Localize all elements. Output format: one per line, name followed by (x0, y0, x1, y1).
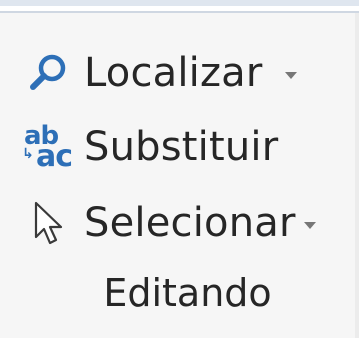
replace-label: Substituir (84, 124, 279, 170)
replace-arrow-icon: ↳ (22, 146, 34, 162)
replace-ab-ac-icon: ab ↳ ac (22, 121, 74, 173)
replace-icon-glyph: ab ↳ ac (22, 121, 74, 173)
select-button[interactable]: Selecionar (22, 193, 316, 253)
select-label: Selecionar (84, 200, 296, 246)
find-label: Localizar (84, 50, 263, 96)
find-button[interactable]: Localizar (22, 43, 297, 103)
find-dropdown-chevron-icon[interactable] (284, 71, 297, 79)
magnifier-icon (22, 47, 74, 99)
select-dropdown-chevron-icon[interactable] (303, 221, 316, 229)
editing-group-body: Localizar ab ↳ ac Substituir Selecionar (0, 13, 359, 338)
ribbon-top-edge (0, 0, 359, 13)
replace-button[interactable]: ab ↳ ac Substituir (22, 117, 278, 177)
cursor-arrow-icon (22, 197, 74, 249)
replace-icon-bottom-text: ac (36, 139, 73, 174)
group-separator (355, 13, 359, 338)
group-label: Editando (103, 271, 272, 315)
editing-ribbon-group: Localizar ab ↳ ac Substituir Selecionar (0, 0, 359, 338)
ribbon-top-accent (0, 0, 359, 6)
